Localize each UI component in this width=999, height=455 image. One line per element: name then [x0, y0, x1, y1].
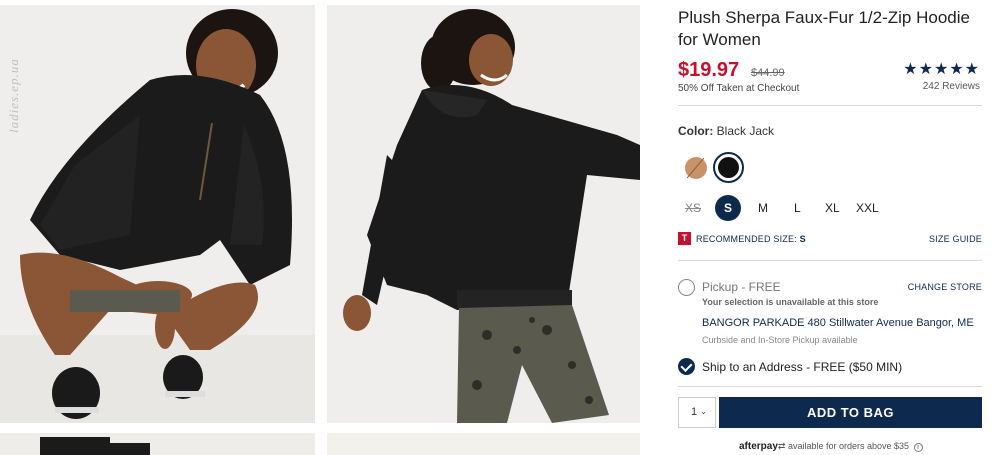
- divider: [678, 386, 982, 387]
- swatch-black-fill: [718, 157, 739, 178]
- color-name: Black Jack: [716, 124, 775, 138]
- purchase-panel: Plush Sherpa Faux-Fur 1/2-Zip Hoodie for…: [678, 0, 982, 455]
- size-xl[interactable]: XL: [825, 201, 840, 215]
- chevron-down-icon: ⌄: [700, 407, 707, 416]
- size-l[interactable]: L: [794, 201, 801, 215]
- sale-price: $19.97: [678, 59, 740, 81]
- product-title: Plush Sherpa Faux-Fur 1/2-Zip Hoodie for…: [678, 8, 970, 49]
- reviews-link[interactable]: 242 Reviews: [923, 81, 980, 92]
- afterpay-text: available for orders above $35: [787, 441, 910, 451]
- store-name[interactable]: BANGOR PARKADE 480 Stillwater Avenue Ban…: [702, 317, 974, 329]
- quantity-select[interactable]: 1 ⌄: [678, 397, 716, 428]
- size-guide-link[interactable]: SIZE GUIDE: [929, 234, 982, 244]
- recommended-size[interactable]: RECOMMENDED SIZE: S: [696, 234, 806, 244]
- size-m[interactable]: M: [758, 201, 768, 215]
- model-partial-illustration: [0, 433, 315, 455]
- afterpay-arrows-icon: ⇄: [777, 441, 786, 451]
- recommended-size-value: S: [799, 234, 806, 244]
- model-front-illustration: [0, 5, 315, 423]
- model-back-illustration: [327, 5, 640, 423]
- add-to-bag-button[interactable]: ADD TO BAG: [719, 397, 982, 428]
- ship-label[interactable]: Ship to an Address - FREE ($50 MIN): [702, 360, 902, 374]
- afterpay-note: afterpay⇄ available for orders above $35…: [739, 441, 923, 452]
- pickup-radio[interactable]: [678, 279, 695, 296]
- size-xs[interactable]: XS: [685, 201, 701, 215]
- size-xxl[interactable]: XXL: [856, 201, 879, 215]
- afterpay-logo: afterpay: [739, 441, 778, 452]
- promo-text: 50% Off Taken at Checkout: [678, 83, 800, 94]
- quantity-value: 1: [691, 406, 698, 418]
- recommended-size-label: RECOMMENDED SIZE:: [696, 234, 797, 244]
- product-photo-4[interactable]: [327, 433, 640, 455]
- rating-stars[interactable]: ★★★★★: [903, 59, 980, 79]
- divider: [678, 105, 982, 106]
- original-price: $44.99: [751, 67, 785, 79]
- product-photo-front[interactable]: ladies.ep.ua: [0, 5, 315, 423]
- watermark: ladies.ep.ua: [6, 58, 21, 133]
- color-label: Color: Black Jack: [678, 124, 774, 138]
- curbside-note: Curbside and In-Store Pickup available: [702, 335, 858, 345]
- divider: [678, 260, 982, 261]
- swatch-black-jack[interactable]: [713, 152, 744, 183]
- color-label-key: Color:: [678, 124, 714, 138]
- unavailable-slash-icon: [686, 157, 705, 179]
- ship-radio[interactable]: [678, 358, 695, 375]
- pickup-label[interactable]: Pickup - FREE: [702, 280, 781, 294]
- change-store-link[interactable]: CHANGE STORE: [908, 282, 982, 292]
- true-fit-icon: T: [678, 232, 691, 245]
- swatch-tan[interactable]: [685, 157, 707, 179]
- product-photo-3[interactable]: [0, 433, 315, 455]
- size-s[interactable]: S: [715, 195, 741, 221]
- info-icon[interactable]: i: [913, 443, 923, 452]
- store-unavailable-msg: Your selection is unavailable at this st…: [702, 297, 879, 307]
- product-photo-back[interactable]: [327, 5, 640, 423]
